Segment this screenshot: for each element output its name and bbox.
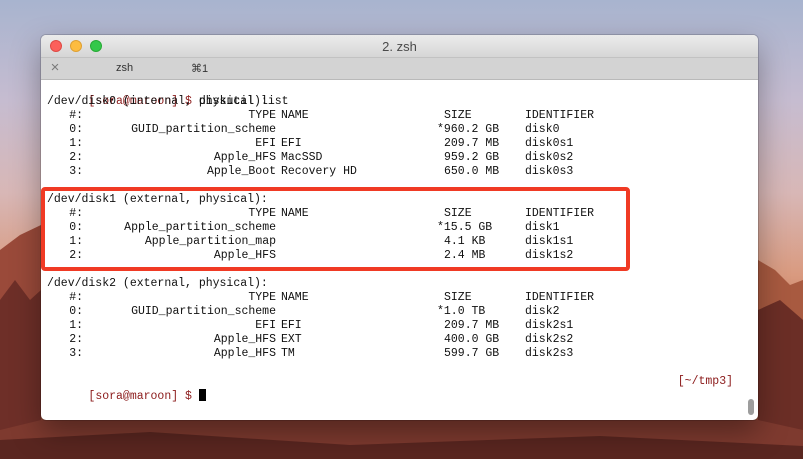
partition-number: 3:	[69, 165, 83, 178]
partition-size: 209.7 MB	[444, 137, 500, 150]
partition-type: EFI	[255, 319, 276, 332]
partition-identifier: disk0s3	[525, 165, 574, 178]
partition-number: 1:	[69, 137, 83, 150]
partition-size: *960.2 GB	[437, 123, 500, 136]
partition-type: GUID_partition_scheme	[131, 123, 276, 136]
title-bar[interactable]: 2. zsh	[41, 35, 758, 58]
partition-name: Recovery HD	[281, 165, 357, 178]
partition-identifier: disk2s1	[525, 319, 574, 332]
partition-type: EFI	[255, 137, 276, 150]
partition-name: EFI	[281, 319, 302, 332]
partition-number: 2:	[69, 151, 83, 164]
col-identifier-header: IDENTIFIER	[525, 291, 595, 304]
col-type-header: TYPE	[248, 109, 276, 122]
col-name-header: NAME	[281, 109, 309, 122]
partition-row: 1: EFI EFI 209.7 MB disk0s1	[47, 137, 737, 151]
partition-row: 2: Apple_HFS EXT 400.0 GB disk2s2	[47, 333, 737, 347]
col-size-header: SIZE	[444, 109, 472, 122]
cwd-indicator: [~/tmp3]	[677, 375, 733, 388]
tab-shortcut: ⌘1	[191, 63, 209, 75]
partition-row: 3: Apple_HFS TM 599.7 GB disk2s3	[47, 347, 737, 361]
partition-row: 1: EFI EFI 209.7 MB disk2s1	[47, 319, 737, 333]
partition-type: GUID_partition_scheme	[131, 305, 276, 318]
partition-number: 3:	[69, 347, 83, 360]
partition-name: MacSSD	[281, 151, 323, 164]
partition-type: Apple_HFS	[213, 151, 276, 164]
partition-size: 400.0 GB	[444, 333, 500, 346]
partition-number: 1:	[69, 319, 83, 332]
col-num-header: #:	[69, 109, 83, 122]
partition-size: 599.7 GB	[444, 347, 500, 360]
column-header-row: #: TYPE NAME SIZE IDENTIFIER	[47, 109, 737, 123]
partition-identifier: disk0s1	[525, 137, 574, 150]
tab-zsh[interactable]: zsh	[116, 62, 133, 74]
command-line: [sora@maroon] $ diskutil list	[47, 81, 737, 108]
partition-row: 0: GUID_partition_scheme *960.2 GB disk0	[47, 123, 737, 137]
scrollbar-thumb[interactable]	[748, 399, 754, 415]
partition-name: EFI	[281, 137, 302, 150]
disk-header: /dev/disk2 (external, physical):	[47, 277, 268, 290]
partition-identifier: disk2	[525, 305, 560, 318]
column-header-row: #: TYPE NAME SIZE IDENTIFIER	[47, 291, 737, 305]
close-tab-icon[interactable]: ×	[48, 59, 62, 76]
window-title: 2. zsh	[382, 39, 417, 54]
disk-header: /dev/disk0 (internal, physical):	[47, 95, 268, 108]
partition-name: EXT	[281, 333, 302, 346]
shell-prompt: [sora@maroon] $	[88, 390, 192, 403]
partition-identifier: disk0	[525, 123, 560, 136]
partition-row: 2: Apple_HFS MacSSD 959.2 GB disk0s2	[47, 151, 737, 165]
col-type-header: TYPE	[248, 291, 276, 304]
col-name-header: NAME	[281, 291, 309, 304]
partition-type: Apple_HFS	[213, 333, 276, 346]
partition-identifier: disk2s2	[525, 333, 574, 346]
current-prompt-line[interactable]: [sora@maroon] $ [~/tmp3]	[47, 375, 737, 403]
partition-size: 209.7 MB	[444, 319, 500, 332]
col-size-header: SIZE	[444, 291, 472, 304]
partition-identifier: disk0s2	[525, 151, 574, 164]
partition-number: 0:	[69, 123, 83, 136]
partition-row: 0: GUID_partition_scheme *1.0 TB disk2	[47, 305, 737, 319]
partition-identifier: disk2s3	[525, 347, 574, 360]
disk1-highlight-box	[41, 187, 630, 271]
partition-number: 2:	[69, 333, 83, 346]
text-cursor	[198, 389, 206, 401]
tab-bar: × zsh ⌘1	[41, 58, 758, 80]
partition-size: 650.0 MB	[444, 165, 500, 178]
partition-number: 0:	[69, 305, 83, 318]
partition-row: 3: Apple_Boot Recovery HD 650.0 MB disk0s3	[47, 165, 737, 179]
partition-size: 959.2 GB	[444, 151, 500, 164]
partition-size: *1.0 TB	[437, 305, 486, 318]
partition-type: Apple_Boot	[206, 165, 276, 178]
col-num-header: #:	[69, 291, 83, 304]
col-identifier-header: IDENTIFIER	[525, 109, 595, 122]
partition-type: Apple_HFS	[213, 347, 276, 360]
partition-name: TM	[281, 347, 295, 360]
